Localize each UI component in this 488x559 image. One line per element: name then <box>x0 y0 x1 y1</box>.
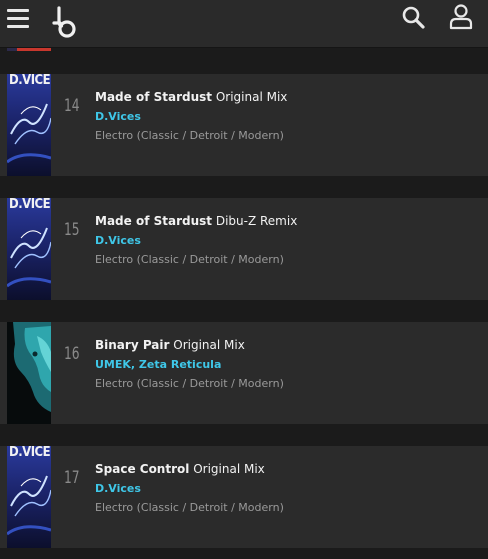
track-row[interactable]: 16 Binary Pair Original Mix UMEK, Zeta R… <box>0 322 488 424</box>
track-genre-link[interactable]: Electro (Classic / Detroit / Modern) <box>95 253 284 266</box>
track-artist-link[interactable]: UMEK, Zeta Reticula <box>95 358 221 371</box>
track-title[interactable]: Made of Stardust Dibu-Z Remix <box>95 214 297 228</box>
track-row[interactable]: D.VICES 14 Made of Stardust Original Mix… <box>0 74 488 176</box>
artwork-label: D.VICES <box>9 74 51 88</box>
track-artwork[interactable]: D.VICES <box>7 74 51 176</box>
user-account-icon[interactable] <box>448 3 474 31</box>
track-title[interactable]: Made of Stardust Original Mix <box>95 90 287 104</box>
hamburger-menu-icon[interactable] <box>7 9 29 29</box>
track-mix: Original Mix <box>173 338 245 352</box>
track-artist-link[interactable]: D.Vices <box>95 110 141 123</box>
track-artist-link[interactable]: D.Vices <box>95 234 141 247</box>
top-bar <box>0 0 488 48</box>
track-artwork[interactable]: D.VICES <box>7 446 51 548</box>
beatport-logo-icon[interactable] <box>51 6 79 40</box>
track-row[interactable]: D.VICES 15 Made of Stardust Dibu-Z Remix… <box>0 198 488 300</box>
track-genre-link[interactable]: Electro (Classic / Detroit / Modern) <box>95 129 284 142</box>
track-number: 14 <box>64 96 80 116</box>
track-mix: Dibu-Z Remix <box>215 214 298 228</box>
track-genre-link[interactable]: Electro (Classic / Detroit / Modern) <box>95 377 284 390</box>
track-artwork[interactable]: D.VICES <box>7 198 51 300</box>
track-artwork[interactable] <box>7 322 51 424</box>
track-mix: Original Mix <box>193 462 265 476</box>
track-name[interactable]: Space Control <box>95 462 189 476</box>
track-row[interactable]: D.VICES 17 Space Control Original Mix D.… <box>0 446 488 548</box>
track-number: 16 <box>64 344 80 364</box>
artwork-label: D.VICES <box>9 198 51 212</box>
search-icon[interactable] <box>401 5 427 31</box>
track-artist-link[interactable]: D.Vices <box>95 482 141 495</box>
track-title[interactable]: Binary Pair Original Mix <box>95 338 245 352</box>
track-name[interactable]: Made of Stardust <box>95 90 212 104</box>
track-name[interactable]: Binary Pair <box>95 338 169 352</box>
track-title[interactable]: Space Control Original Mix <box>95 462 265 476</box>
track-number: 15 <box>64 220 80 240</box>
track-number: 17 <box>64 468 80 488</box>
track-name[interactable]: Made of Stardust <box>95 214 212 228</box>
track-genre-link[interactable]: Electro (Classic / Detroit / Modern) <box>95 501 284 514</box>
artwork-label: D.VICES <box>9 446 51 460</box>
track-mix: Original Mix <box>215 90 288 104</box>
